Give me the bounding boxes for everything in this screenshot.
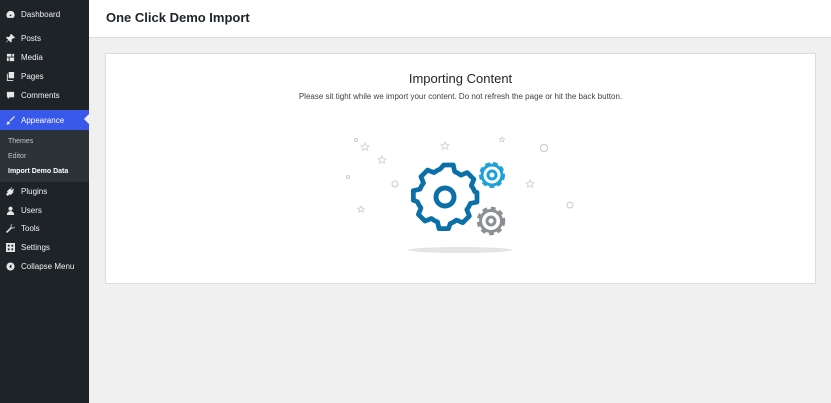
sidebar-item-collapse-menu[interactable]: Collapse Menu	[0, 257, 89, 276]
decor-star	[525, 178, 535, 189]
card-subtitle: Please sit tight while we import your co…	[298, 92, 623, 101]
settings-icon	[6, 243, 15, 252]
sidebar-item-comments[interactable]: Comments	[0, 86, 89, 105]
small-cyan-gear	[479, 162, 505, 188]
plug-icon	[6, 187, 15, 196]
sidebar-item-label: Posts	[21, 34, 42, 43]
dashboard-icon	[6, 10, 15, 19]
card-title: Importing Content	[408, 71, 513, 86]
decor-star	[440, 140, 450, 151]
small-gray-gear	[476, 206, 506, 236]
sidebar-item-posts[interactable]: Posts	[0, 29, 89, 48]
pin-icon	[6, 34, 15, 43]
decor-circle	[566, 201, 574, 209]
sidebar-item-pages[interactable]: Pages	[0, 67, 89, 86]
decor-circle	[540, 144, 548, 152]
media-icon	[6, 53, 15, 62]
sidebar-item-dashboard[interactable]: Dashboard	[0, 5, 89, 24]
sidebar-item-settings[interactable]: Settings	[0, 238, 89, 257]
decor-star	[377, 154, 387, 165]
decor-star	[360, 141, 370, 152]
sidebar-item-label: Dashboard	[21, 10, 61, 19]
sidebar-item-media[interactable]: Media	[0, 48, 89, 67]
importing-gears-illustration	[346, 135, 574, 253]
decor-star	[498, 135, 506, 143]
sidebar-item-appearance[interactable]: Appearance	[0, 110, 89, 130]
sidebar-item-plugins[interactable]: Plugins	[0, 182, 89, 201]
shadow-ellipse	[408, 247, 512, 253]
brush-icon	[6, 115, 15, 125]
decor-circle	[354, 138, 358, 142]
page-header: One Click Demo Import	[89, 0, 831, 38]
sidebar-item-label: Pages	[21, 72, 44, 81]
large-gear	[410, 162, 480, 232]
sidebar-item-label: Users	[21, 206, 42, 215]
pages-icon	[6, 72, 15, 81]
sidebar-item-label: Collapse Menu	[21, 262, 75, 271]
sidebar-item-label: Tools	[21, 224, 40, 233]
sidebar-item-label: Plugins	[21, 187, 48, 196]
admin-sidebar: Dashboard Posts Media Pages Comments App…	[0, 0, 89, 403]
collapse-icon	[6, 262, 15, 271]
page-title: One Click Demo Import	[106, 10, 250, 25]
sidebar-item-label: Comments	[21, 91, 60, 100]
sidebar-item-label: Media	[21, 53, 43, 62]
user-icon	[6, 206, 15, 215]
sidebar-item-label: Appearance	[21, 115, 65, 125]
submenu-item-themes[interactable]: Themes	[8, 134, 33, 148]
sidebar-item-label: Settings	[21, 243, 50, 252]
decor-circle	[346, 175, 350, 179]
submenu-item-editor[interactable]: Editor	[8, 149, 26, 163]
sidebar-item-users[interactable]: Users	[0, 201, 89, 220]
decor-star	[356, 204, 366, 213]
submenu-item-import-demo-data[interactable]: Import Demo Data	[8, 164, 68, 178]
wrench-icon	[6, 224, 15, 233]
comment-icon	[6, 91, 15, 100]
decor-circle	[391, 180, 399, 188]
sidebar-item-tools[interactable]: Tools	[0, 219, 89, 238]
